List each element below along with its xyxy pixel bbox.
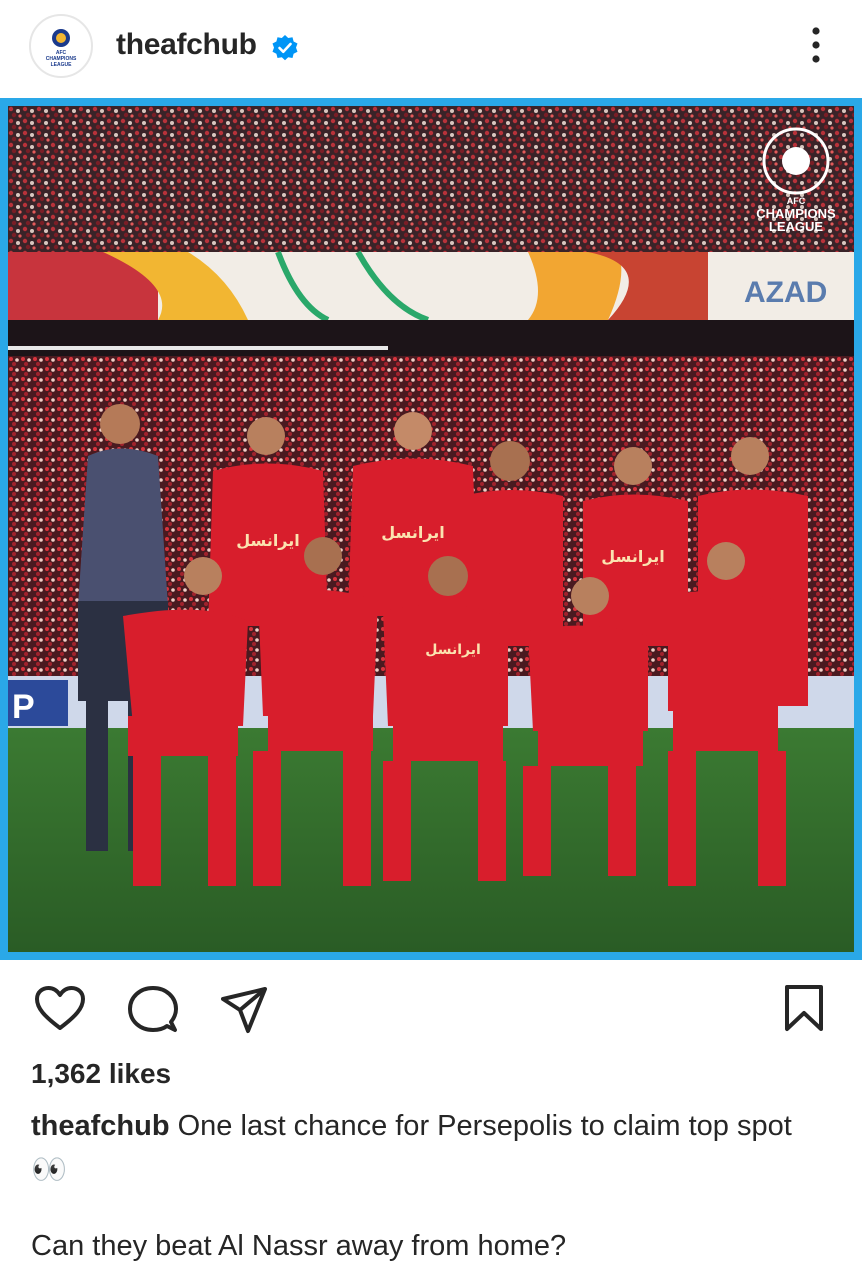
watermark-line-1: AFC <box>787 196 806 206</box>
sponsor-text-4: ایرانسل <box>425 642 481 658</box>
caption-question: Can they beat Al Nassr away from home? <box>31 1230 567 1262</box>
verified-badge-icon <box>272 35 298 61</box>
sponsor-text-2: ایرانسل <box>381 523 445 542</box>
sponsor-text-1: ایرانسل <box>236 531 300 550</box>
comment-icon[interactable] <box>128 986 178 1034</box>
post-caption: theafchub One last chance for Persepolis… <box>31 1104 831 1192</box>
afc-logo-icon: AFC CHAMPIONS LEAGUE <box>32 17 90 75</box>
bookmark-icon[interactable] <box>783 984 825 1032</box>
likes-count[interactable]: 1,362 likes <box>31 1058 171 1090</box>
post-username[interactable]: theafchub <box>116 28 257 62</box>
post-photo-frame: AZAD P ایرانسل ایرانسل ایرانسل ایرانسل A… <box>0 98 862 960</box>
send-icon[interactable] <box>220 986 268 1034</box>
team-photo-illustration: AZAD P ایرانسل ایرانسل ایرانسل ایرانسل A… <box>8 106 854 952</box>
board-text: P <box>12 688 35 726</box>
caption-username[interactable]: theafchub <box>31 1110 170 1142</box>
more-vertical-icon[interactable] <box>796 22 836 68</box>
post-photo[interactable]: AZAD P ایرانسل ایرانسل ایرانسل ایرانسل A… <box>8 106 854 952</box>
post-actions <box>0 962 862 1062</box>
banner-text: AZAD <box>744 276 827 309</box>
post-header: AFC CHAMPIONS LEAGUE theafchub <box>0 0 862 98</box>
watermark-line-3: LEAGUE <box>769 219 824 234</box>
heart-icon[interactable] <box>34 986 86 1032</box>
avatar-logo-line-3: LEAGUE <box>51 62 73 68</box>
sponsor-text-3: ایرانسل <box>601 547 665 566</box>
avatar[interactable]: AFC CHAMPIONS LEAGUE <box>29 14 93 78</box>
